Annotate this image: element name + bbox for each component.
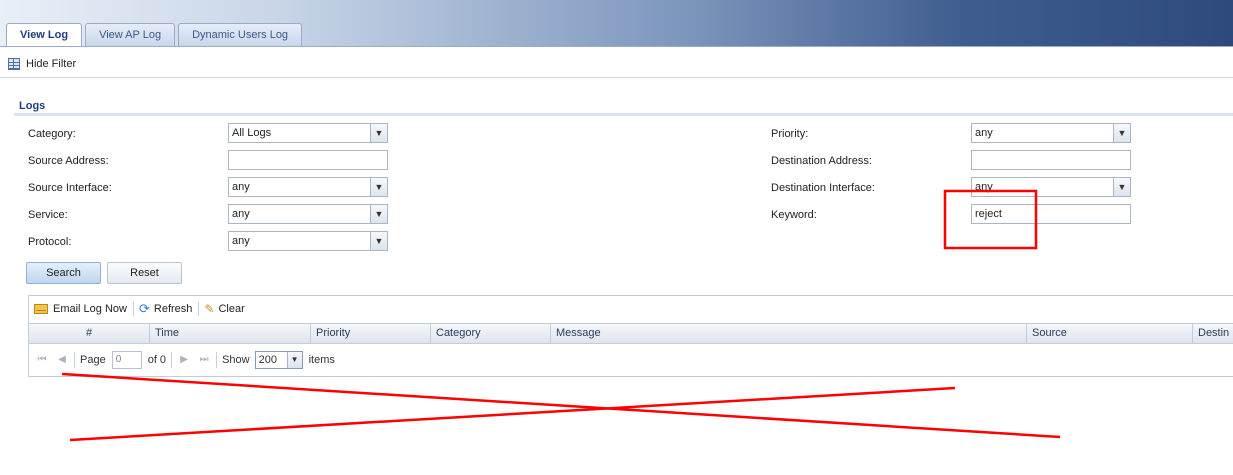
refresh-icon: ⟳ [138,300,150,316]
source-interface-label: Source Interface: [28,182,112,194]
hide-filter-label: Hide Filter [26,58,77,70]
table-icon [8,58,20,70]
service-label: Service: [28,209,68,221]
column-header-category[interactable]: Category [431,324,551,343]
tab-bar: View Log View AP Log Dynamic Users Log [6,23,305,47]
broom-icon: ✎ [204,301,215,316]
protocol-select[interactable]: any ▼ [228,231,388,251]
tab-view-ap-log[interactable]: View AP Log [85,23,176,46]
pager: ⏮ ◀ Page 0 of 0 ▶ ⏭ Show 200 ▼ items [29,347,1233,373]
chevron-down-icon: ▼ [370,205,387,223]
destination-address-label: Destination Address: [771,155,872,167]
first-page-icon[interactable]: ⏮ [35,353,49,367]
pager-divider [216,352,218,368]
destination-interface-select[interactable]: any ▼ [971,177,1131,197]
pager-divider [74,352,75,368]
refresh-label: Refresh [153,302,193,315]
tab-dynamic-users-log[interactable]: Dynamic Users Log [178,23,303,46]
category-label: Category: [28,128,76,140]
items-label: items [308,354,335,366]
page-label: Page [80,354,106,366]
refresh-button[interactable]: ⟳ Refresh [139,301,192,317]
protocol-label: Protocol: [28,236,72,248]
page-number-input[interactable]: 0 [111,351,142,369]
reset-button[interactable]: Reset [107,262,182,284]
previous-page-icon[interactable]: ◀ [55,353,69,367]
hide-filter-button[interactable]: Hide Filter [8,56,76,72]
chevron-down-icon: ▼ [370,178,387,196]
search-button[interactable]: Search [26,262,101,284]
clear-button[interactable]: ✎ Clear [204,302,244,316]
chevron-down-icon: ▼ [370,232,387,250]
tab-view-log[interactable]: View Log [6,23,83,47]
column-header-number[interactable]: # [29,324,150,343]
service-select[interactable]: any ▼ [228,204,388,224]
grid-header: # Time Priority Category Message Source … [29,323,1233,344]
destination-interface-label: Destination Interface: [771,182,875,194]
email-log-now-button[interactable]: Email Log Now [34,303,127,315]
pager-divider [171,352,173,368]
email-log-now-label: Email Log Now [53,302,127,315]
log-grid: Email Log Now ⟳ Refresh ✎ Clear # Time P… [28,295,1233,377]
destination-interface-value: any [975,181,993,193]
page-size-value: 200 [258,354,277,366]
source-address-input[interactable] [228,150,388,170]
keyword-label: Keyword: [771,209,817,221]
chevron-down-icon: ▼ [1113,124,1130,142]
divider [0,77,1233,78]
source-address-label: Source Address: [28,155,109,167]
chevron-down-icon: ▼ [370,124,387,142]
priority-label: Priority: [771,128,809,140]
destination-address-input[interactable] [971,150,1131,170]
category-value: All Logs [232,127,272,139]
source-interface-value: any [232,181,250,193]
priority-select[interactable]: any ▼ [971,123,1131,143]
log-panel: Hide Filter Logs Category: All Logs ▼ So… [0,46,1233,475]
section-title: Logs [19,100,46,112]
toolbar-divider [198,301,200,316]
section-underline [14,113,1233,116]
page-size-select[interactable]: 200 ▼ [254,351,303,369]
page-count-label: of 0 [147,354,167,366]
mail-icon [34,303,48,314]
category-select[interactable]: All Logs ▼ [228,123,388,143]
column-header-priority[interactable]: Priority [311,324,431,343]
column-header-message[interactable]: Message [551,324,1027,343]
column-header-source[interactable]: Source [1027,324,1193,343]
column-header-destination[interactable]: Destin [1193,324,1233,343]
clear-label: Clear [218,302,245,315]
top-banner: View Log View AP Log Dynamic Users Log [0,0,1233,47]
column-header-time[interactable]: Time [150,324,311,343]
chevron-down-icon: ▼ [286,352,302,368]
last-page-icon[interactable]: ⏭ [197,353,211,367]
chevron-down-icon: ▼ [1113,178,1130,196]
grid-toolbar: Email Log Now ⟳ Refresh ✎ Clear [29,296,1233,321]
protocol-value: any [232,235,250,247]
keyword-input[interactable]: reject [971,204,1131,224]
source-interface-select[interactable]: any ▼ [228,177,388,197]
priority-value: any [975,127,993,139]
toolbar-divider [132,301,134,316]
show-label: Show [222,354,250,366]
next-page-icon[interactable]: ▶ [177,353,191,367]
service-value: any [232,208,250,220]
